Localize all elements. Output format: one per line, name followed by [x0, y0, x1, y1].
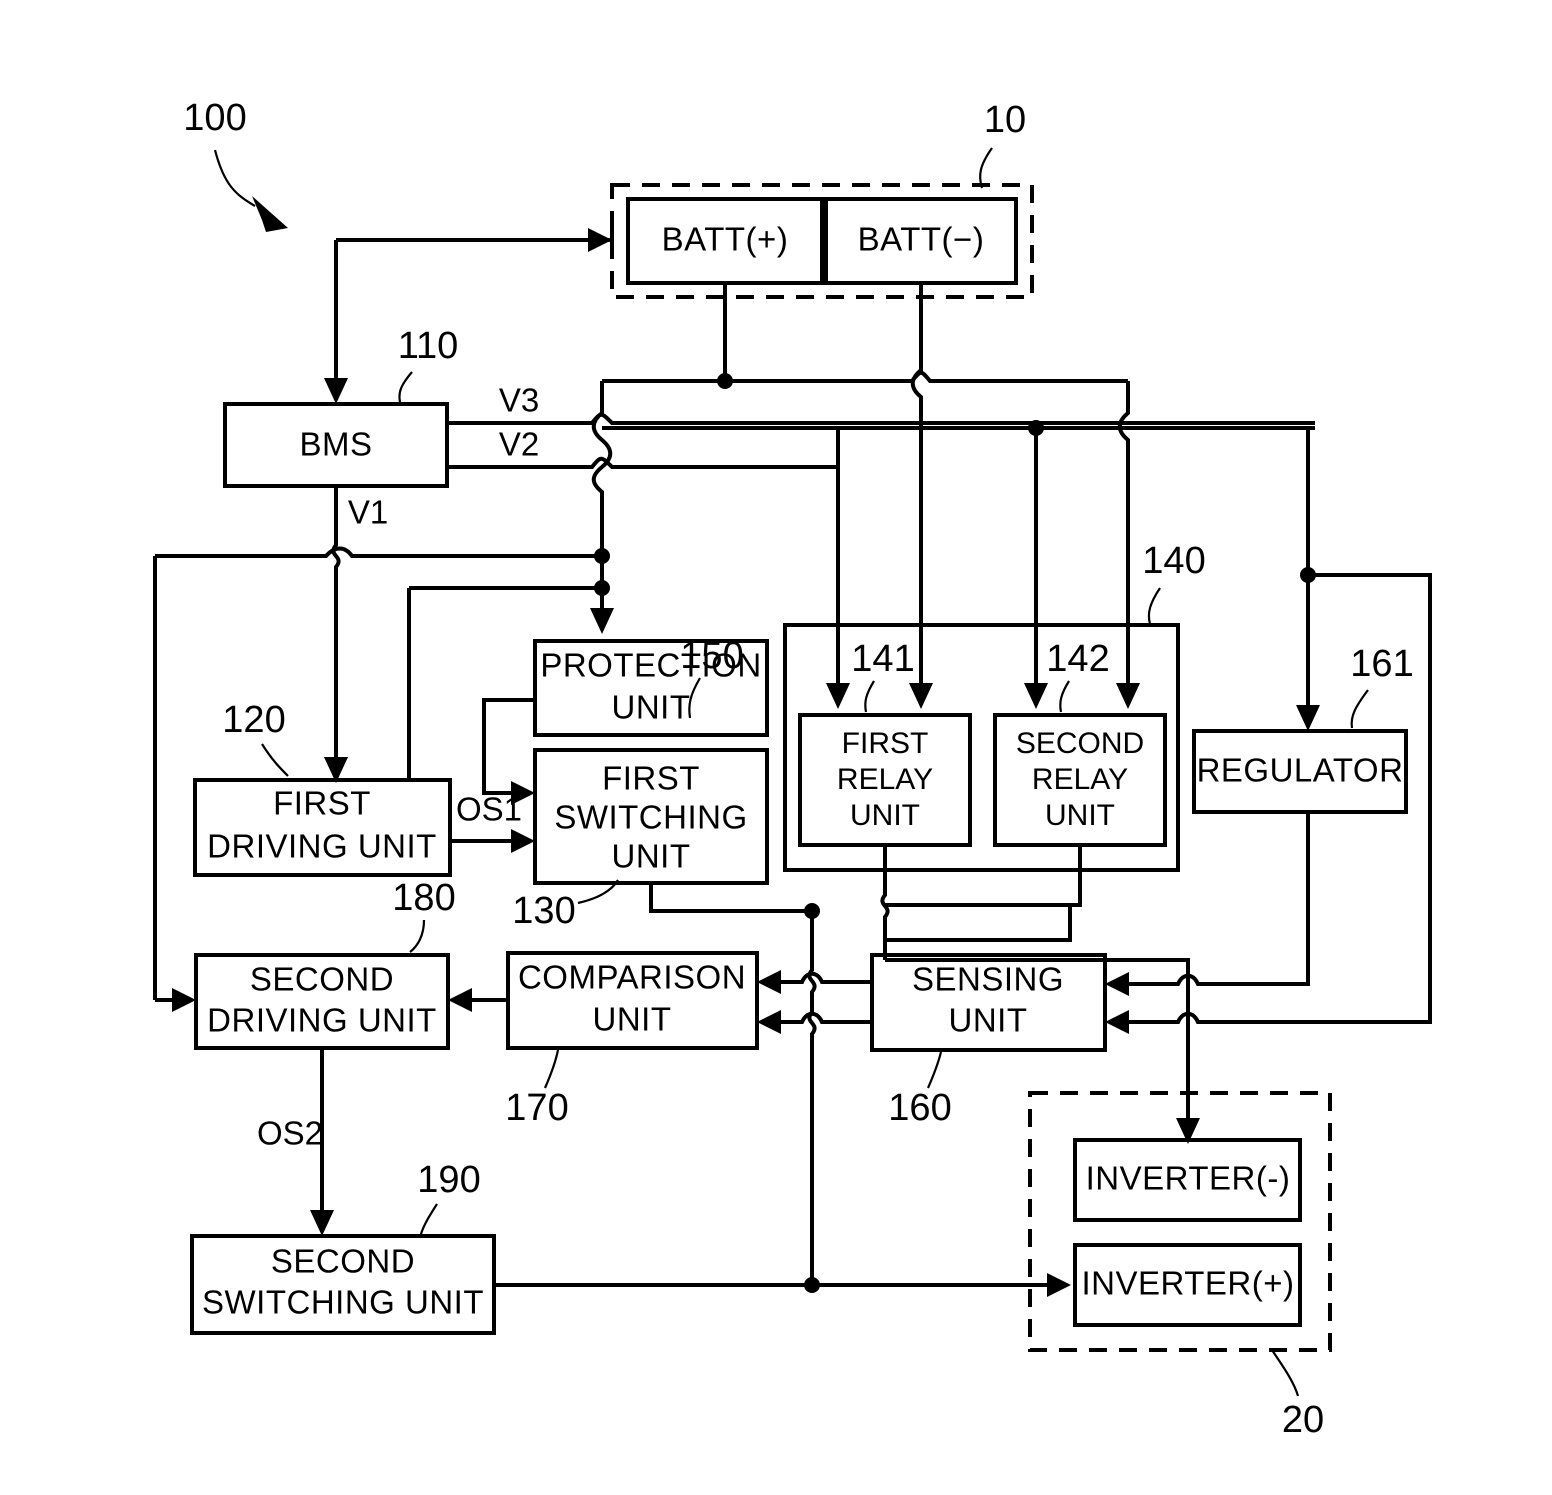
wire-first-relay-out [880, 845, 890, 960]
arrowhead-positive-to-second-relay [1116, 683, 1140, 709]
inverter-positive-label: INVERTER(+) [1081, 1265, 1294, 1302]
signal-v1-label: V1 [348, 494, 388, 531]
wire-v3 [447, 412, 1315, 425]
arrowhead-os2 [310, 1210, 334, 1236]
ref-141-label: 141 [851, 638, 914, 680]
second-relay-unit-label-line3: UNIT [1045, 799, 1115, 832]
first-switching-unit-label-line3: UNIT [612, 838, 691, 875]
ref-170-label: 170 [505, 1087, 568, 1129]
ref-120-label: 120 [222, 699, 285, 741]
wire-regulator-to-sensing-a [1222, 812, 1310, 986]
ref-142-label: 142 [1046, 638, 1109, 680]
battery-positive-label: BATT(+) [662, 221, 789, 258]
signal-v3-label: V3 [499, 382, 539, 419]
ref-130-label: 130 [512, 890, 575, 932]
ref-140-label: 140 [1142, 540, 1205, 582]
wire-v1 [331, 486, 341, 779]
arrowhead-negative-to-second-relay [1024, 683, 1048, 709]
first-switching-unit-label-line1: FIRST [602, 760, 700, 797]
ref-10-label: 10 [984, 99, 1026, 141]
ref-160-label: 160 [888, 1087, 951, 1129]
arrowhead-to-regulator [1296, 705, 1320, 731]
ref-100-label: 100 [183, 97, 246, 139]
wire-battminus-drop [910, 283, 923, 428]
regulator-label: REGULATOR [1197, 752, 1404, 789]
wire-v3-branch-left [155, 546, 602, 558]
ref-161-label: 161 [1350, 643, 1413, 685]
first-relay-unit-label-line3: UNIT [850, 799, 920, 832]
arrowhead-to-inverter-pos [1047, 1273, 1071, 1297]
system-arrowhead [252, 196, 288, 232]
patent-block-diagram: 100 10 BATT(+) BATT(−) BMS 110 V3 V2 V1 … [0, 0, 1552, 1495]
junction-second-branch [594, 580, 610, 596]
arrowhead-os1 [511, 829, 535, 853]
arrowhead-comparison-out [448, 988, 472, 1012]
ref-190-label: 190 [417, 1159, 480, 1201]
arrowhead-to-bms [324, 378, 348, 404]
wire-common-node-vertical [807, 911, 817, 1285]
system-ref-100: 100 [183, 97, 288, 232]
arrowhead-negative-to-first-relay-2 [909, 683, 933, 709]
first-relay-unit-label-line1: FIRST [842, 727, 929, 760]
arrowhead-sensing-to-comparison-a [757, 970, 781, 994]
ref-20-label: 20 [1282, 1399, 1324, 1441]
junction-v3-branch [594, 548, 610, 564]
sensing-unit-label-line2: UNIT [949, 1002, 1028, 1039]
second-driving-unit-label-line2: DRIVING UNIT [207, 1002, 437, 1039]
comparison-unit-label-line2: UNIT [593, 1001, 672, 1038]
first-switching-unit-label-line2: SWITCHING [554, 799, 747, 836]
signal-os1-label: OS1 [456, 791, 522, 828]
arrowhead-positive-to-protection [590, 608, 614, 634]
wire-protection-to-first-switching [482, 698, 535, 795]
ref-150-label: 150 [680, 635, 743, 677]
ref-110-label: 110 [398, 325, 459, 367]
wire-sensing-top-tie [885, 905, 1072, 942]
bms-label: BMS [299, 426, 372, 463]
signal-os2-label: OS2 [257, 1115, 323, 1152]
first-driving-unit-label-line1: FIRST [273, 785, 371, 822]
comparison-unit-label-line1: COMPARISON [518, 959, 746, 996]
arrowhead-to-second-driving [172, 988, 196, 1012]
first-relay-unit-label-line2: RELAY [837, 763, 933, 796]
second-switching-unit-label-line1: SECOND [271, 1243, 415, 1280]
arrowhead-negative-to-first-relay [826, 683, 850, 709]
second-relay-unit-label-line1: SECOND [1016, 727, 1144, 760]
arrowhead-sensing-to-comparison-b [757, 1010, 781, 1034]
arrowhead-to-battery [588, 228, 612, 252]
second-relay-unit-label-line2: RELAY [1032, 763, 1128, 796]
inverter-negative-label: INVERTER(-) [1086, 1160, 1291, 1197]
bus-battery-positive [602, 370, 1128, 383]
wire-first-switching-out [649, 883, 812, 913]
signal-v2-label: V2 [499, 426, 539, 463]
sensing-unit-label-line1: SENSING [912, 961, 1064, 998]
wire-second-relay-out [885, 845, 1082, 907]
battery-negative-label: BATT(−) [858, 221, 985, 258]
protection-unit-label-line2: UNIT [612, 689, 691, 726]
arrowhead-to-sensing-b [1105, 1010, 1129, 1034]
second-driving-unit-label-line1: SECOND [250, 961, 394, 998]
first-driving-unit-label-line2: DRIVING UNIT [207, 828, 437, 865]
arrowhead-to-sensing-a [1105, 972, 1129, 996]
ref-180-label: 180 [392, 877, 455, 919]
second-switching-unit-label-line2: SWITCHING UNIT [202, 1284, 484, 1321]
